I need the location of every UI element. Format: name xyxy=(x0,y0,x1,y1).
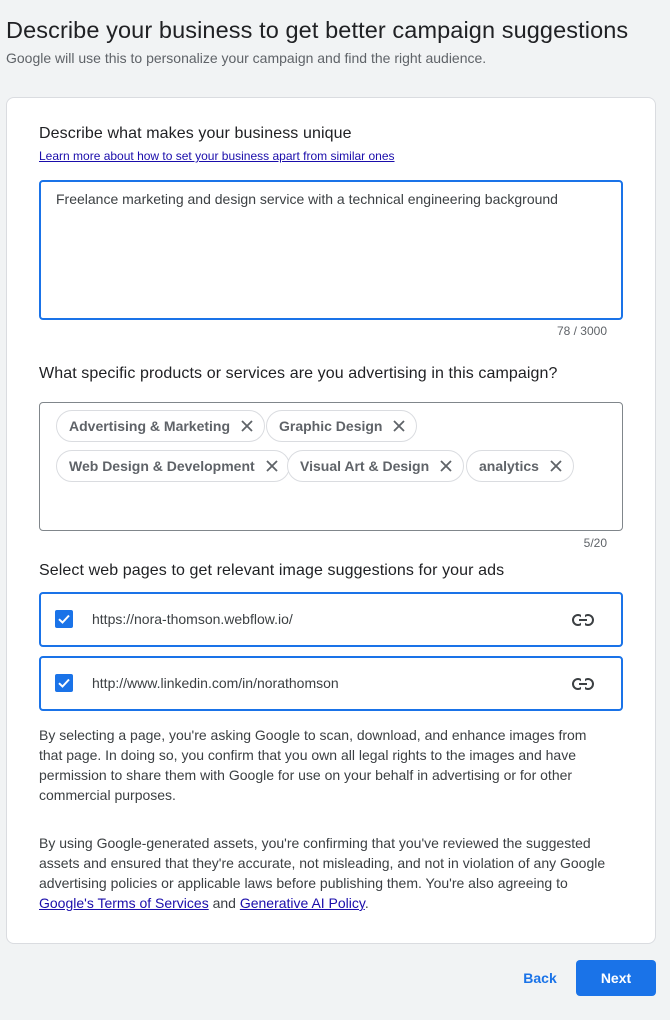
chip-label: Web Design & Development xyxy=(69,458,255,474)
products-counter: 5/20 xyxy=(583,536,607,550)
close-icon[interactable] xyxy=(435,455,457,477)
close-icon[interactable] xyxy=(545,455,567,477)
next-button[interactable]: Next xyxy=(576,960,656,996)
back-button[interactable]: Back xyxy=(512,960,568,996)
chip-label: analytics xyxy=(479,458,539,474)
image-consent-text: By selecting a page, you're asking Googl… xyxy=(39,727,587,803)
check-icon xyxy=(58,614,70,624)
period-text: . xyxy=(364,895,369,911)
chip-label: Graphic Design xyxy=(279,418,383,434)
link-icon[interactable] xyxy=(571,608,595,632)
chip-web-design-development: Web Design & Development xyxy=(56,450,290,482)
page-title: Describe your business to get better cam… xyxy=(6,17,629,43)
page-url: http://www.linkedin.com/in/norathomson xyxy=(92,675,339,691)
close-icon[interactable] xyxy=(261,455,283,477)
unique-description-textarea[interactable]: Freelance marketing and design service w… xyxy=(39,180,623,320)
chip-visual-art-design: Visual Art & Design xyxy=(287,450,465,482)
page-row: https://nora-thomson.webflow.io/ xyxy=(39,592,623,647)
page-checkbox[interactable] xyxy=(55,674,73,692)
chip-advertising-marketing: Advertising & Marketing xyxy=(56,410,266,442)
page-row: http://www.linkedin.com/in/norathomson xyxy=(39,656,623,711)
chip-analytics: analytics xyxy=(466,450,574,482)
close-icon[interactable] xyxy=(388,415,410,437)
chip-graphic-design: Graphic Design xyxy=(266,410,418,442)
unique-heading: Describe what makes your business unique xyxy=(39,125,352,142)
close-icon[interactable] xyxy=(236,415,258,437)
pages-heading: Select web pages to get relevant image s… xyxy=(39,562,505,579)
chip-label: Visual Art & Design xyxy=(300,458,430,474)
unique-description-value: Freelance marketing and design service w… xyxy=(56,191,558,207)
page-subtitle: Google will use this to personalize your… xyxy=(6,50,487,66)
products-heading: What specific products or services are y… xyxy=(39,365,558,382)
page-checkbox[interactable] xyxy=(55,610,73,628)
products-chip-input[interactable]: Advertising & Marketing Graphic Design W… xyxy=(39,402,623,531)
learn-more-link[interactable]: Learn more about how to set your busines… xyxy=(39,149,395,163)
assets-consent-text: By using Google-generated assets, you're… xyxy=(39,833,609,913)
terms-of-service-link[interactable]: Google's Terms of Services xyxy=(39,895,209,911)
chip-label: Advertising & Marketing xyxy=(69,418,231,434)
and-text: and xyxy=(208,895,240,911)
check-icon xyxy=(58,678,70,688)
link-icon[interactable] xyxy=(571,672,595,696)
page-url: https://nora-thomson.webflow.io/ xyxy=(92,611,293,627)
assets-consent-prefix: By using Google-generated assets, you're… xyxy=(39,835,606,891)
business-description-card: Describe what makes your business unique… xyxy=(6,97,656,944)
unique-char-counter: 78 / 3000 xyxy=(556,324,607,338)
generative-ai-policy-link[interactable]: Generative AI Policy xyxy=(240,895,365,911)
